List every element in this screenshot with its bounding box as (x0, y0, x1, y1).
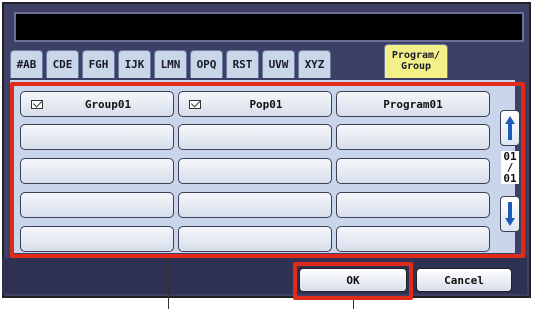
ok-highlight (293, 262, 413, 300)
grid-highlight (10, 82, 525, 258)
callout-line (168, 258, 169, 309)
tab-program-group-line2: Group (400, 60, 432, 72)
callout-line (353, 300, 354, 309)
tab-xyz[interactable]: XYZ (298, 50, 331, 78)
tab-program-group-line1: Program/ (391, 50, 441, 61)
tab-opq[interactable]: OPQ (190, 50, 223, 78)
tab-program-group[interactable]: Program/ Group (384, 44, 448, 78)
tab-fgh[interactable]: FGH (82, 50, 115, 78)
tab-lmn[interactable]: LMN (154, 50, 187, 78)
tab-uvw[interactable]: UVW (262, 50, 295, 78)
tab-ijk[interactable]: IJK (118, 50, 151, 78)
tab-cde[interactable]: CDE (46, 50, 79, 78)
tab-rst[interactable]: RST (226, 50, 259, 78)
display-field (14, 12, 524, 42)
cancel-button[interactable]: Cancel (416, 268, 512, 292)
tab-ab[interactable]: #AB (10, 50, 43, 78)
